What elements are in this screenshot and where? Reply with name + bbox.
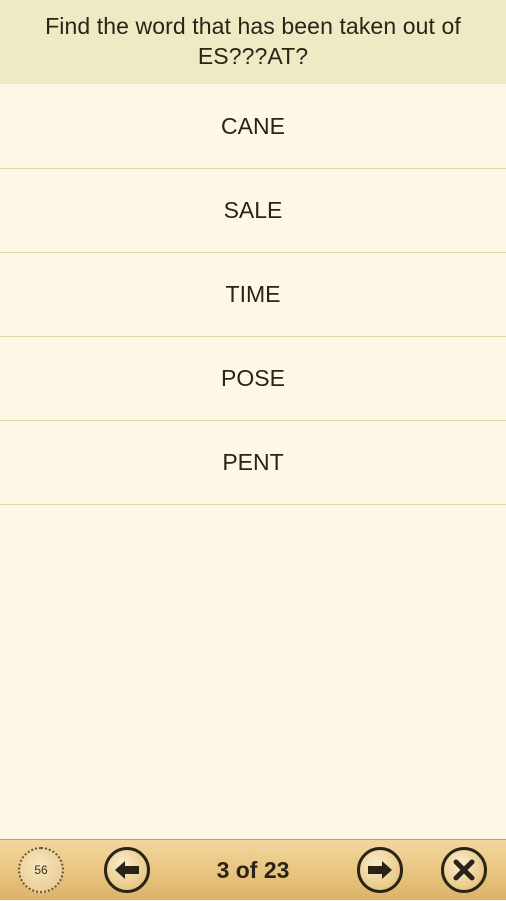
question-counter: 3 of 23 [160,840,346,901]
answer-list: CANE SALE TIME POSE PENT [0,84,506,505]
next-button[interactable] [357,847,403,893]
timer-icon: 56 [18,847,64,893]
question-text: Find the word that has been taken out of… [45,13,461,69]
timer-value: 56 [34,863,48,877]
answer-option[interactable]: PENT [0,421,506,505]
close-icon [453,859,475,881]
question-header: Find the word that has been taken out of… [0,0,506,84]
answer-option[interactable]: SALE [0,169,506,253]
answer-option[interactable]: TIME [0,253,506,337]
arrow-left-icon [114,860,140,880]
counter-text: 3 of 23 [216,857,290,883]
answer-label: PENT [222,449,284,475]
close-button[interactable] [441,847,487,893]
answer-label: TIME [225,281,281,307]
arrow-right-icon [367,860,393,880]
answer-label: POSE [221,365,285,391]
answer-label: SALE [223,197,283,223]
answer-label: CANE [221,112,285,139]
previous-button[interactable] [104,847,150,893]
answer-option[interactable]: POSE [0,337,506,421]
bottom-toolbar: 56 3 of 23 [0,839,506,900]
empty-area [0,507,506,839]
answer-option[interactable]: CANE [0,84,506,169]
